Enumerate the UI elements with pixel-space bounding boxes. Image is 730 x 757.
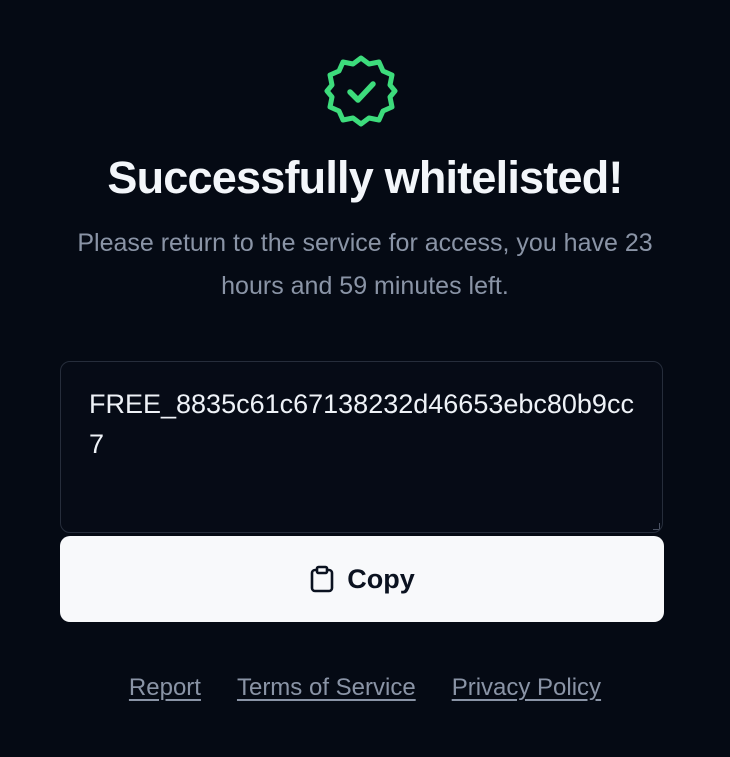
copy-button-label: Copy [347,563,415,594]
whitelist-success-page: Successfully whitelisted! Please return … [0,0,730,757]
status-message: Please return to the service for access,… [77,229,653,300]
resize-handle[interactable] [653,523,660,530]
key-value: FREE_8835c61c67138232d46653ebc80b9cc7 [89,389,634,459]
report-link[interactable]: Report [129,674,201,702]
verified-badge-check-icon [324,54,398,128]
footer-links: Report Terms of Service Privacy Policy [0,674,730,702]
privacy-policy-link[interactable]: Privacy Policy [452,674,601,702]
key-textarea[interactable]: FREE_8835c61c67138232d46653ebc80b9cc7 [60,361,663,533]
clipboard-icon [309,565,335,593]
page-title: Successfully whitelisted! [107,152,623,203]
terms-of-service-link[interactable]: Terms of Service [237,674,416,702]
copy-button[interactable]: Copy [60,536,664,622]
